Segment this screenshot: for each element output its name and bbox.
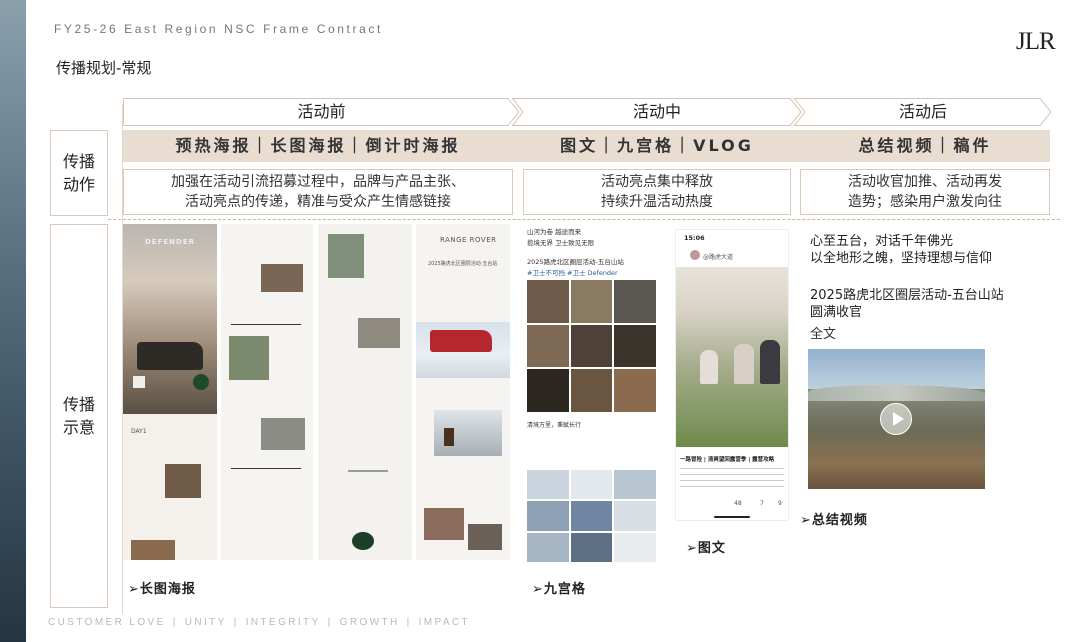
grid-post-line2: 揽境无界 卫士致见无限 bbox=[527, 239, 595, 247]
row-label-examples-line1: 传播 bbox=[62, 395, 95, 414]
poster-photo bbox=[424, 508, 464, 540]
play-icon[interactable] bbox=[880, 403, 912, 435]
long-poster-3 bbox=[318, 224, 412, 560]
long-poster-1: DEFENDER DAY1 bbox=[123, 224, 217, 560]
nine-grid-photos bbox=[527, 280, 656, 412]
poster-photo bbox=[358, 318, 400, 348]
avatar bbox=[690, 250, 700, 260]
document-title: FY25-26 East Region NSC Frame Contract bbox=[54, 22, 383, 36]
nine-grid-post: 山河为卷 越途而来 揽境无界 卫士致见无限 2025路虎北区圈层活动-五台山站 … bbox=[525, 224, 658, 564]
row-label-actions-line2: 动作 bbox=[62, 175, 95, 194]
like-count: 48 bbox=[734, 500, 742, 507]
description-during: 活动亮点集中释放 持续升温活动热度 bbox=[523, 169, 791, 215]
phase-during: 活动中 bbox=[512, 98, 802, 126]
footer-value-customer-love: CUSTOMER LOVE bbox=[48, 617, 166, 628]
poster-title: 2025路虎北区圈层活动·五台站 bbox=[428, 261, 498, 267]
full-text-link[interactable]: 全文 bbox=[810, 323, 836, 342]
tag-after: 总结视频｜稿件 bbox=[858, 136, 992, 155]
caption-nine-grid-text: 九宫格 bbox=[543, 582, 586, 597]
description-before-line1: 加强在活动引流招募过程中，品牌与产品主张、 bbox=[171, 174, 465, 190]
poster-photo bbox=[261, 418, 305, 450]
summary-video[interactable] bbox=[808, 349, 985, 489]
footer-separator: | bbox=[233, 617, 239, 628]
poster-photo bbox=[131, 540, 175, 560]
row-label-examples-line2: 示意 bbox=[62, 418, 95, 437]
poster-photo bbox=[328, 234, 364, 278]
summary-line2: 以全地形之魄，坚持理想与信仰 bbox=[810, 251, 993, 266]
post-caption: 一路冒险 | 清爽望回露营季 | 露营攻略 bbox=[680, 457, 775, 463]
phone-post-screenshot: 15:06 @路虎大道 一路冒险 | 清爽望回露营季 | 露营攻略 48 7 9 bbox=[675, 229, 789, 521]
description-after-line2: 造势；感染用户激发向往 bbox=[848, 194, 1002, 210]
land-rover-logo bbox=[352, 532, 374, 550]
home-indicator bbox=[714, 516, 750, 518]
jlr-logo: JLR bbox=[1016, 28, 1056, 55]
phone-time: 15:06 bbox=[684, 234, 705, 242]
footer-value-growth: GROWTH bbox=[339, 617, 400, 628]
footer-value-integrity: INTEGRITY bbox=[245, 617, 321, 628]
phase-during-label: 活动中 bbox=[632, 102, 681, 121]
caption-image-text: ➢图文 bbox=[686, 541, 726, 556]
vehicle-image bbox=[137, 342, 203, 370]
poster-brand-defender: DEFENDER bbox=[145, 238, 195, 246]
tag-before: 预热海报｜长图海报｜倒计时海报 bbox=[175, 136, 461, 155]
grid-post-line3: 2025路虎北区圈层活动-五台山站 bbox=[527, 258, 624, 266]
poster-photo bbox=[229, 336, 269, 380]
long-poster-4: RANGE ROVER 2025路虎北区圈层活动·五台站 bbox=[416, 224, 510, 560]
grid-post-line5: 清境万里，秉赋长行 bbox=[527, 422, 582, 429]
red-vehicle-image bbox=[430, 330, 492, 352]
tag-during: 图文｜九宫格｜VLOG bbox=[560, 136, 754, 155]
comment-count: 9 bbox=[778, 500, 782, 507]
description-during-line1: 活动亮点集中释放 bbox=[601, 174, 713, 190]
phase-after: 活动后 bbox=[794, 98, 1052, 126]
left-edge-photo-strip bbox=[0, 0, 26, 642]
footer-separator: | bbox=[172, 617, 178, 628]
nine-grid-photos-snow bbox=[527, 470, 656, 562]
footer-separator: | bbox=[406, 617, 412, 628]
row-label-actions: 传播 动作 bbox=[50, 130, 108, 216]
description-during-line2: 持续升温活动热度 bbox=[601, 194, 713, 210]
caption-summary-video: ➢总结视频 bbox=[800, 513, 868, 528]
phase-after-label: 活动后 bbox=[898, 102, 947, 121]
grid-post-line1: 山河为卷 越途而来 bbox=[527, 228, 582, 236]
summary-line4: 圆满收官 bbox=[810, 305, 863, 320]
poster-photo bbox=[165, 464, 201, 498]
caption-long-poster: ➢长图海报 bbox=[128, 582, 196, 597]
description-before: 加强在活动引流招募过程中，品牌与产品主张、 活动亮点的传递，精准与受众产生情感链… bbox=[123, 169, 513, 215]
phase-before-label: 活动前 bbox=[297, 102, 346, 121]
description-before-line2: 活动亮点的传递，精准与受众产生情感链接 bbox=[185, 194, 451, 210]
poster-day-label: DAY1 bbox=[131, 428, 147, 435]
row-label-actions-line1: 传播 bbox=[62, 152, 95, 171]
phase-before: 活动前 bbox=[123, 98, 520, 126]
footer-values: CUSTOMER LOVE | UNITY | INTEGRITY | GROWTH | IMP… bbox=[48, 617, 477, 628]
share-count: 7 bbox=[760, 500, 764, 507]
caption-image-text-text: 图文 bbox=[697, 541, 726, 556]
footer-separator: | bbox=[327, 617, 333, 628]
post-body-text bbox=[680, 468, 784, 490]
row-label-examples: 传播 示意 bbox=[50, 224, 108, 608]
footer-value-impact: IMPACT bbox=[418, 617, 471, 628]
section-divider bbox=[108, 219, 1060, 220]
grid-post-line4: #卫士不可挡 #卫士 Defender bbox=[527, 269, 618, 277]
poster-brand-range-rover: RANGE ROVER bbox=[440, 236, 497, 244]
footer-value-unity: UNITY bbox=[184, 617, 227, 628]
caption-long-poster-text: 长图海报 bbox=[139, 582, 196, 597]
caption-nine-grid: ➢九宫格 bbox=[532, 582, 586, 597]
long-poster-2 bbox=[221, 224, 313, 560]
badge-image bbox=[133, 376, 145, 388]
description-after-line1: 活动收官加推、活动再发 bbox=[848, 174, 1002, 190]
account-name: @路虎大道 bbox=[703, 254, 734, 261]
poster-photo bbox=[261, 264, 303, 292]
poster-photo bbox=[468, 524, 502, 550]
description-after: 活动收官加推、活动再发 造势；感染用户激发向往 bbox=[800, 169, 1050, 215]
land-rover-badge bbox=[193, 374, 209, 390]
page-title: 传播规划-常规 bbox=[56, 59, 152, 77]
caption-summary-video-text: 总结视频 bbox=[811, 513, 868, 528]
